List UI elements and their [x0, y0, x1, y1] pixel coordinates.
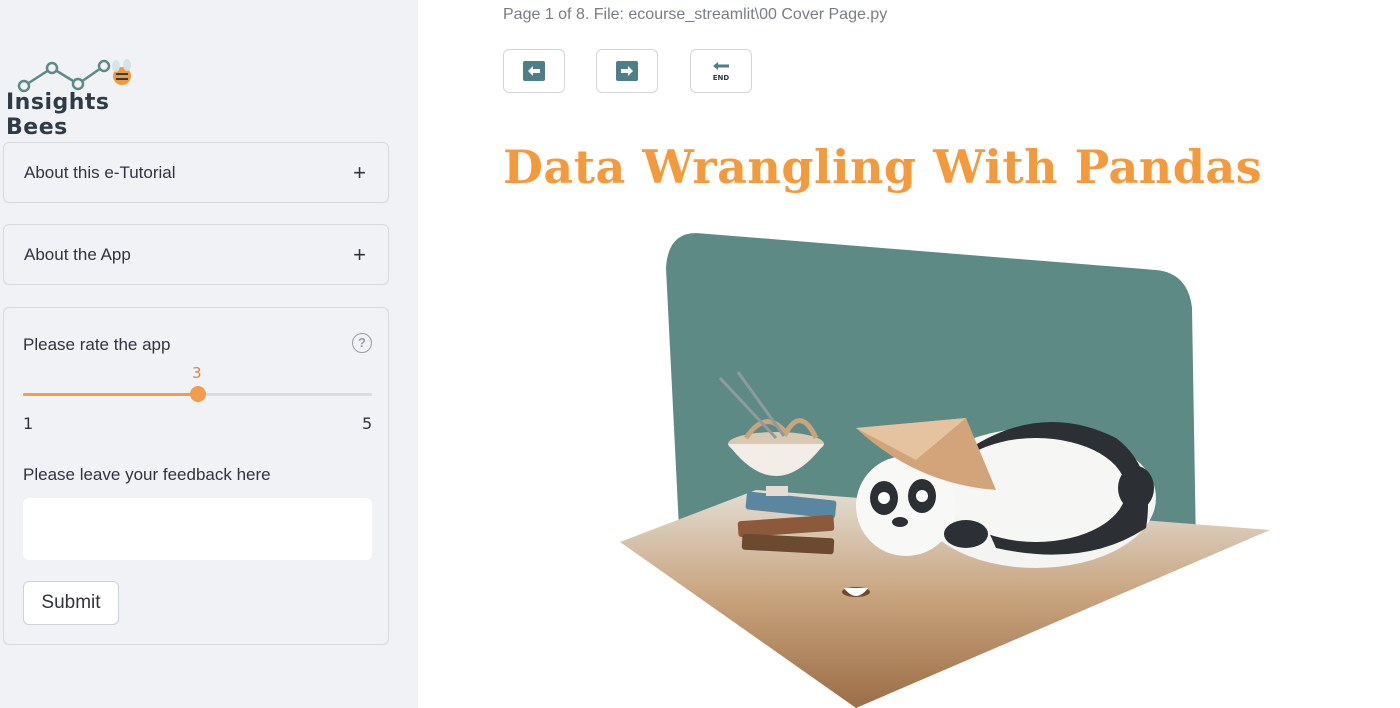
- expander-label: About this e-Tutorial: [24, 162, 176, 182]
- question-circle-icon[interactable]: ?: [352, 333, 372, 353]
- rating-slider-fill: [23, 393, 198, 396]
- expander-about-app[interactable]: About the App +: [3, 224, 389, 285]
- feedback-label: Please leave your feedback here: [23, 465, 271, 484]
- panda-illustration: [616, 228, 1276, 708]
- end-label: END: [713, 74, 730, 82]
- previous-page-button[interactable]: [503, 49, 565, 93]
- slider-value: 3: [192, 364, 202, 382]
- logo-text: Insights Bees: [6, 90, 110, 140]
- expander-label: About the App: [24, 244, 131, 264]
- arrow-left-icon: [523, 61, 545, 81]
- feedback-form: Please rate the app ? 3 1 5 Please leave…: [3, 307, 389, 645]
- end-arrow-icon: END: [713, 62, 730, 82]
- next-page-button[interactable]: [596, 49, 658, 93]
- rate-label: Please rate the app: [23, 335, 171, 354]
- last-page-button[interactable]: END: [690, 49, 752, 93]
- page-title: Data Wrangling With Pandas: [503, 140, 1263, 194]
- plus-icon: +: [353, 241, 366, 267]
- plus-icon: +: [353, 159, 366, 185]
- arrow-right-icon: [616, 61, 638, 81]
- rating-slider-thumb[interactable]: [189, 386, 206, 402]
- slider-min: 1: [23, 414, 34, 433]
- page-info: Page 1 of 8. File: ecourse_streamlit\00 …: [503, 6, 888, 23]
- expander-about-tutorial[interactable]: About this e-Tutorial +: [3, 142, 389, 203]
- slider-max: 5: [362, 414, 373, 433]
- feedback-input[interactable]: [23, 498, 372, 560]
- sidebar: Insights Bees About this e-Tutorial + Ab…: [0, 0, 418, 708]
- line-chart-bee-icon: [17, 59, 131, 93]
- insights-bees-logo: Insights Bees: [6, 58, 166, 140]
- submit-button[interactable]: Submit: [23, 581, 119, 625]
